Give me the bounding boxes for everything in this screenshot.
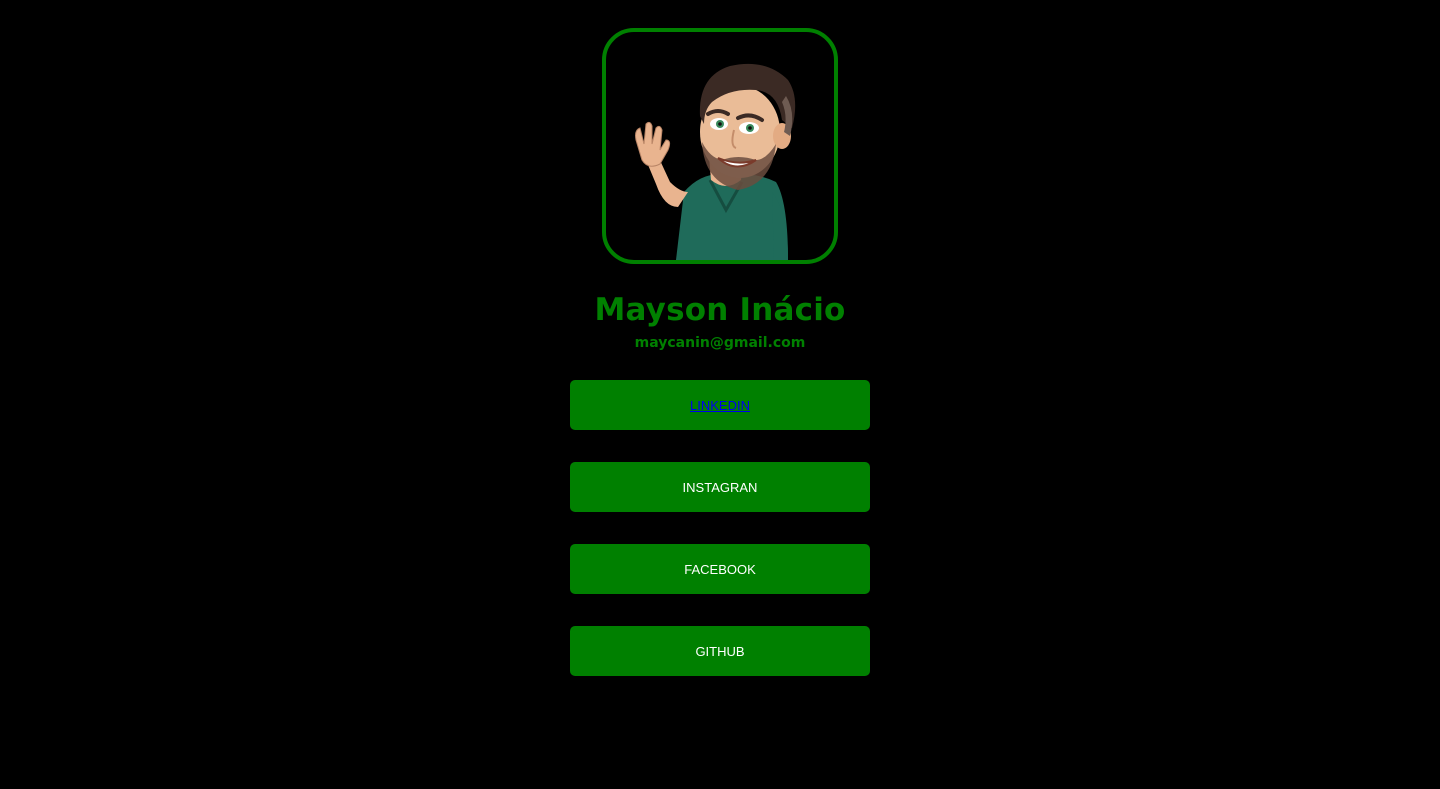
github-button[interactable]: GITHUB <box>570 626 870 676</box>
link-list: LINKEDIN INSTAGRAN FACEBOOK GITHUB <box>570 380 870 676</box>
facebook-button[interactable]: FACEBOOK <box>570 544 870 594</box>
profile-page: Mayson Inácio maycanin@gmail.com LINKEDI… <box>0 0 1440 789</box>
linkedin-button[interactable]: LINKEDIN <box>570 380 870 430</box>
profile-name: Mayson Inácio <box>594 292 846 328</box>
avatar-illustration-icon <box>635 63 796 260</box>
avatar <box>602 28 838 264</box>
linkedin-link[interactable]: LINKEDIN <box>690 398 750 413</box>
profile-email: maycanin@gmail.com <box>634 335 806 351</box>
instagram-button[interactable]: INSTAGRAN <box>570 462 870 512</box>
